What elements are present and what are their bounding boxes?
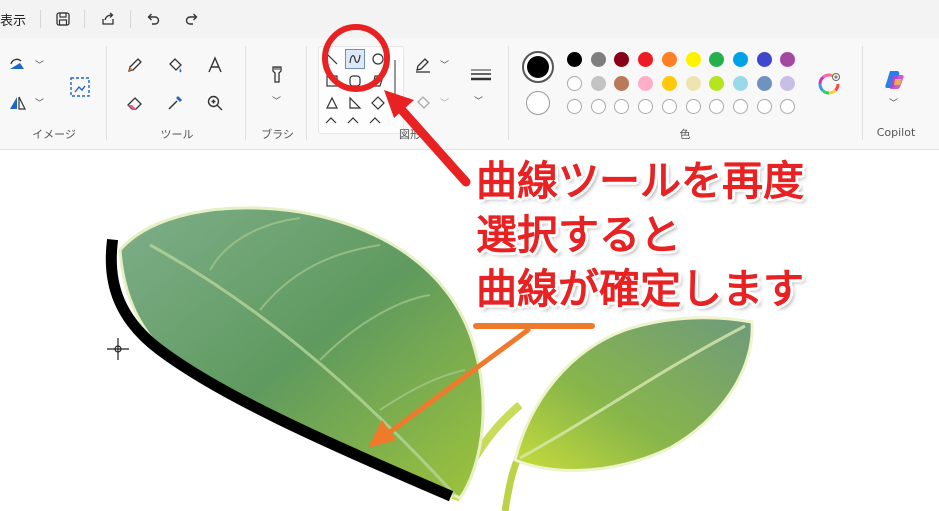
separator — [40, 10, 41, 28]
annotation-line-3: 曲線が確定します — [476, 265, 804, 313]
color-picker-icon[interactable] — [162, 90, 188, 116]
color-swatch[interactable] — [732, 76, 748, 91]
group-label-brushes: ブラシ — [261, 128, 294, 141]
magnifier-icon[interactable] — [202, 90, 228, 116]
color-swatch[interactable] — [590, 76, 606, 91]
group-label-image: イメージ — [32, 128, 76, 141]
separator — [508, 46, 509, 140]
custom-color-slot[interactable] — [780, 99, 796, 114]
polygon-shape-icon[interactable] — [368, 71, 388, 91]
chevron-down-icon[interactable]: ﹀ — [440, 58, 449, 71]
custom-color-slot[interactable] — [685, 99, 701, 114]
edit-colors-icon[interactable] — [816, 71, 842, 97]
title-bar: 表示 — [0, 0, 939, 38]
brush-icon[interactable] — [264, 62, 290, 88]
chevron-down-icon[interactable]: ﹀ — [440, 96, 449, 109]
color-swatch[interactable] — [638, 52, 654, 67]
color-swatch[interactable] — [614, 76, 630, 91]
color-swatch[interactable] — [709, 52, 725, 67]
custom-color-slot[interactable] — [732, 99, 748, 114]
line-shape-icon[interactable] — [322, 49, 342, 69]
flip-icon[interactable] — [4, 90, 30, 116]
crosshair-cursor — [107, 338, 129, 360]
save-icon[interactable] — [52, 8, 74, 30]
group-label-tools: ツール — [160, 128, 194, 141]
annotation-line-1: 曲線ツールを再度 — [476, 157, 804, 205]
color-swatch[interactable] — [661, 76, 677, 91]
separator — [862, 46, 863, 140]
chevron-down-icon[interactable]: ﹀ — [35, 58, 44, 71]
chevron-down-icon[interactable]: ﹀ — [272, 94, 281, 107]
custom-color-slot[interactable] — [590, 99, 606, 114]
separator — [245, 46, 246, 140]
custom-color-slot[interactable] — [756, 99, 772, 114]
right-triangle-shape-icon[interactable] — [345, 93, 365, 113]
diamond-shape-icon[interactable] — [368, 93, 388, 113]
color-swatch[interactable] — [756, 52, 772, 67]
secondary-color[interactable] — [526, 91, 550, 115]
custom-color-slot[interactable] — [661, 99, 677, 114]
color-swatch[interactable] — [780, 76, 796, 91]
oval-shape-icon[interactable] — [368, 49, 388, 69]
chevron-down-icon[interactable]: ﹀ — [35, 96, 44, 109]
color-swatch[interactable] — [756, 76, 772, 91]
triangle-shape-icon[interactable] — [322, 93, 342, 113]
rounded-rectangle-shape-icon[interactable] — [345, 71, 365, 91]
group-label-shapes: 図形 — [399, 128, 421, 141]
big-leaf — [118, 206, 485, 500]
color-swatch[interactable] — [567, 52, 582, 67]
eraser-icon[interactable] — [122, 90, 148, 116]
color-swatch[interactable] — [638, 76, 654, 91]
pencil-icon[interactable] — [122, 52, 148, 78]
custom-color-slot[interactable] — [567, 99, 582, 114]
group-label-colors: 色 — [679, 128, 691, 141]
stroke-size-icon[interactable] — [466, 62, 496, 88]
color-swatch[interactable] — [661, 52, 677, 67]
color-swatch[interactable] — [590, 52, 606, 67]
custom-color-slot[interactable] — [614, 99, 630, 114]
resize-icon[interactable] — [65, 72, 95, 102]
color-swatch[interactable] — [567, 76, 582, 91]
undo-icon[interactable] — [142, 8, 164, 30]
chevron-down-icon[interactable]: ﹀ — [474, 94, 483, 107]
color-swatch[interactable] — [685, 76, 701, 91]
redo-icon[interactable] — [181, 8, 203, 30]
custom-color-slot[interactable] — [638, 99, 654, 114]
curve-shape-icon[interactable] — [345, 49, 365, 69]
separator — [106, 46, 107, 140]
ribbon: ﹀ ﹀ イメージ ツール ﹀ ブラシ ﹀ ﹀ ﹀ 図形 色 ﹀ Copilot — [0, 38, 939, 150]
fill-icon[interactable] — [162, 52, 188, 78]
separator — [130, 10, 131, 28]
color-swatch[interactable] — [614, 52, 630, 67]
view-menu[interactable]: 表示 — [0, 10, 26, 29]
annotation-line-2: 選択すると — [476, 211, 681, 259]
more-shapes-row[interactable] — [322, 114, 386, 126]
group-label-copilot: Copilot — [876, 126, 916, 139]
fill-shape-icon[interactable] — [410, 90, 436, 116]
color-swatch[interactable] — [709, 76, 725, 91]
rotate-icon[interactable] — [4, 52, 30, 78]
custom-color-slot[interactable] — [709, 99, 725, 114]
gallery-scrollbar[interactable] — [394, 60, 396, 104]
color-swatch[interactable] — [685, 52, 701, 67]
separator — [306, 46, 307, 140]
copilot-icon[interactable] — [880, 65, 910, 95]
text-icon[interactable] — [202, 52, 228, 78]
chevron-down-icon[interactable]: ﹀ — [889, 96, 898, 109]
rectangle-shape-icon[interactable] — [322, 71, 342, 91]
share-icon[interactable] — [97, 8, 119, 30]
outline-icon[interactable] — [410, 52, 436, 78]
separator — [84, 10, 85, 28]
color-swatch[interactable] — [780, 52, 796, 67]
primary-color[interactable] — [522, 51, 554, 83]
color-swatch[interactable] — [732, 52, 748, 67]
